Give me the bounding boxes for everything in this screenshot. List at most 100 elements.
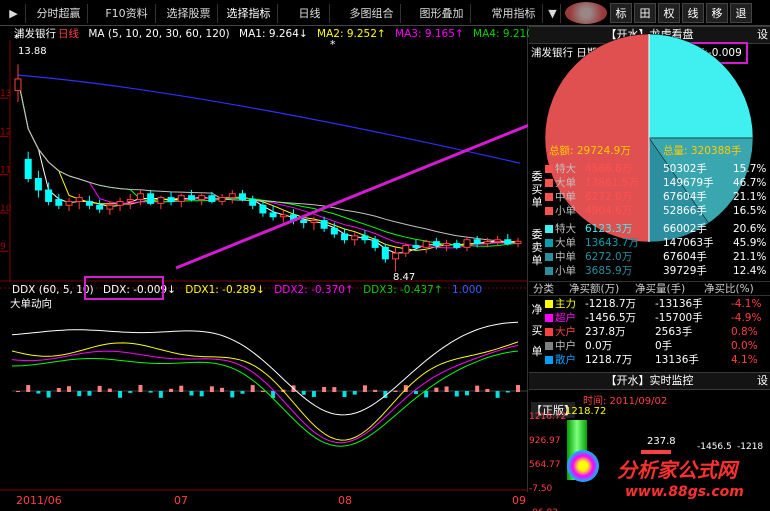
buy-color-swatch <box>545 179 553 187</box>
pie-slice <box>648 33 754 139</box>
ddx-bar <box>424 391 429 398</box>
candle-body <box>392 252 400 260</box>
candle-body <box>238 193 246 201</box>
sell-volume: 66002手 <box>663 223 707 235</box>
net-name: 散户 <box>555 354 576 366</box>
candle-body <box>198 195 206 201</box>
toolbar-item-overlay[interactable]: 图形叠加 <box>413 4 471 23</box>
candle-body <box>85 200 93 206</box>
watermark-flower-icon <box>567 450 599 482</box>
toolbar-btn-rights[interactable]: 权 <box>658 3 680 23</box>
net-amount: -1218.7万 <box>585 298 637 310</box>
candle-body <box>65 200 73 206</box>
ddx-bar <box>189 391 194 396</box>
buy-row: 中单 6272.0万 67604手 21.1% <box>545 190 770 204</box>
monitor-value-big: 237.8 <box>647 436 676 447</box>
total-amount: 总额: 29724.9万 <box>549 145 631 157</box>
candle-body <box>126 199 134 202</box>
toolbar-btn-line[interactable]: 线 <box>682 3 704 23</box>
toolbar-item-timeshare[interactable]: 分时超赢 <box>30 4 88 23</box>
ddx-highlight-box <box>84 276 164 300</box>
toolbar-btn-mark[interactable]: 标 <box>610 3 632 23</box>
ddx1-value: DDX1: -0.289↓ <box>185 284 265 296</box>
buy-name: 大单 <box>555 177 576 189</box>
ddx-bar <box>342 391 347 398</box>
net-volume: 13136手 <box>655 354 699 366</box>
candle-body <box>106 204 114 210</box>
net-row: 大户 237.8万 2563手 0.8% <box>545 325 770 339</box>
toolbar-btn-move[interactable]: 移 <box>706 3 728 23</box>
net-pct: 0.8% <box>731 326 758 338</box>
candle-body <box>351 235 359 241</box>
candle-body <box>320 220 328 229</box>
ddx-bar <box>352 391 357 395</box>
buy-pct: 15.7% <box>733 163 767 175</box>
toolbar-item-f10[interactable]: F10资料 <box>98 4 156 23</box>
buy-row: 特大 4566.8万 50302手 15.7% <box>545 162 770 176</box>
monitor-settings-button[interactable]: 设 <box>757 373 768 389</box>
candle-body <box>412 244 420 248</box>
ddx-bar <box>56 388 61 392</box>
total-volume: 总量: 320388手 <box>663 145 742 157</box>
x-label-jun: 2011/06 <box>16 494 62 507</box>
net-color-swatch <box>545 300 553 308</box>
x-label-jul: 07 <box>174 494 188 507</box>
net-amount: -1456.5万 <box>585 312 637 324</box>
net-color-swatch <box>545 314 553 322</box>
toolbar-item-common-indicators[interactable]: 常用指标 <box>485 4 543 23</box>
ddx-bar <box>118 391 123 398</box>
toolbar-btn-exit[interactable]: 退 <box>730 3 752 23</box>
net-header-ratio: 净买比(%) <box>704 283 754 295</box>
candle-body <box>259 204 267 214</box>
toolbar-btn-grid[interactable]: 田 <box>634 3 656 23</box>
ddx-bar <box>464 391 469 396</box>
net-header-category: 分类 <box>533 283 554 295</box>
toolbar-item-multi-chart[interactable]: 多图组合 <box>343 4 401 23</box>
dropdown-arrow-icon[interactable]: ▼ <box>545 4 561 23</box>
buy-amount: 4566.8万 <box>585 163 633 175</box>
ma-marker-icon: * <box>330 38 336 51</box>
buy-pct: 46.7% <box>733 177 767 189</box>
candle-body <box>218 197 226 202</box>
candle-body <box>483 241 491 245</box>
net-name: 中户 <box>555 340 576 352</box>
candle-body <box>14 78 22 91</box>
x-label-aug: 08 <box>338 494 352 507</box>
candle-body <box>75 197 83 202</box>
net-row: 超户 -1456.5万 -15700手 -4.9% <box>545 311 770 325</box>
sell-row: 大单 13643.7万 147063手 45.9% <box>545 236 770 250</box>
toolbar-item-select-indicator[interactable]: 选择指标 <box>220 4 278 23</box>
buy-row: 小单 4904.6万 52866手 16.5% <box>545 204 770 218</box>
toolbar-item-select-stock[interactable]: 选择股票 <box>160 4 218 23</box>
big-order-label: 大单动向 <box>10 298 52 310</box>
ddx-bar <box>311 391 316 397</box>
toolbar-item-daily[interactable]: 日线 <box>290 4 330 23</box>
candle-body <box>136 193 144 201</box>
min-price-label: 8.47 <box>393 272 415 283</box>
candle-body <box>249 199 257 206</box>
ddx-bar <box>475 385 480 392</box>
candle-body <box>187 195 195 201</box>
ddx3-line <box>11 350 519 447</box>
sell-name: 特大 <box>555 223 576 235</box>
menu-arrow-icon[interactable]: ▶ <box>2 4 26 23</box>
ddx-params: DDX (60, 5, 10) <box>12 284 94 296</box>
monitor-area: 时间: 2011/09/02 【正版】 1218.72 237.8 -1456.… <box>529 392 770 511</box>
monitor-tick-label: 564.77 <box>529 460 561 470</box>
price-chart-svg: 13 12 11 10 9 13.88 8.47 * * <box>0 32 528 491</box>
candle-body <box>361 235 369 241</box>
buy-name: 中单 <box>555 191 576 203</box>
sell-volume: 147063手 <box>663 237 714 249</box>
main-chart-area[interactable]: 浦发银行 日线 MA (5, 10, 20, 30, 60, 120) MA1: … <box>0 26 542 511</box>
candle-body <box>24 158 32 179</box>
ddx-bar <box>444 386 449 392</box>
candle-body <box>381 246 389 260</box>
ddx-bar <box>434 387 439 392</box>
toolbar: ▶ 分时超赢 F10资料 选择股票 选择指标 日线 多图组合 图形叠加 常用指标… <box>0 0 770 26</box>
net-row: 散户 1218.7万 13136手 4.1% <box>545 353 770 367</box>
ma-line-long <box>17 74 521 164</box>
sell-name: 中单 <box>555 251 576 263</box>
net-pct: -4.9% <box>731 312 762 324</box>
sell-pct: 20.6% <box>733 223 767 235</box>
buy-color-swatch <box>545 193 553 201</box>
